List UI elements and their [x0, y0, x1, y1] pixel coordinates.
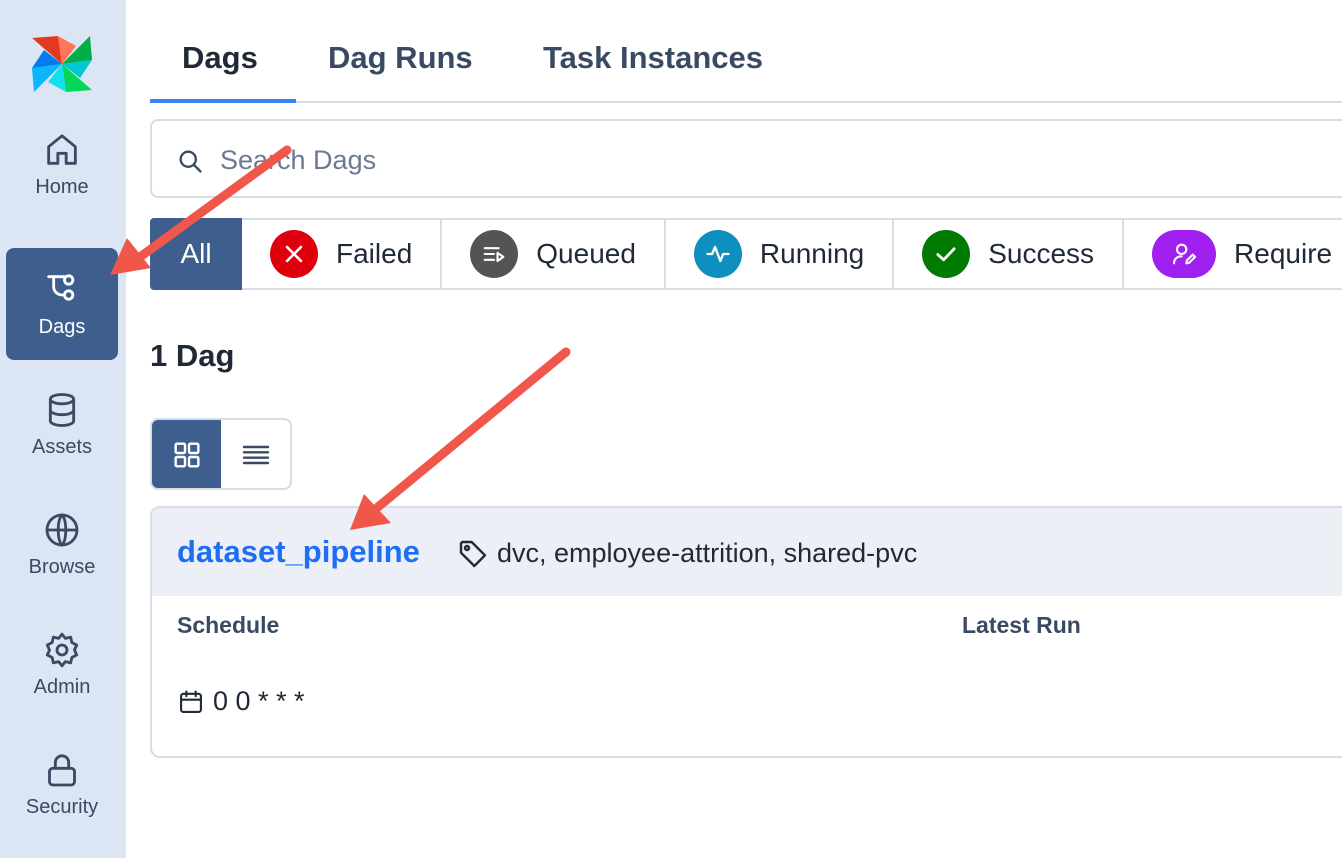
cron-expression: 0 0 * * * [213, 686, 305, 716]
sidebar-item-security[interactable]: Security [6, 728, 118, 840]
dag-name-link[interactable]: dataset_pipeline [177, 534, 420, 570]
search-icon [179, 150, 202, 173]
home-icon [47, 133, 77, 165]
sidebar-item-home[interactable]: Home [6, 108, 118, 220]
filter-label: Queued [536, 238, 636, 269]
grid-icon [173, 442, 200, 468]
success-icon [922, 230, 971, 278]
airflow-logo-icon[interactable] [28, 30, 96, 98]
search-box [150, 119, 1342, 198]
lock-icon [48, 753, 76, 786]
gear-icon [45, 632, 79, 667]
calendar-icon [180, 689, 202, 713]
filter-label: Require [1234, 238, 1333, 269]
failed-icon [270, 230, 318, 278]
sidebar-item-label: Home [35, 175, 89, 198]
filter-requires-action-button[interactable]: Require [1124, 218, 1342, 290]
tab-label: Task Instances [543, 40, 763, 75]
latest-run-header: Latest Run [962, 612, 1081, 638]
state-filter-bar: All Failed Queued Running Success Requir… [150, 218, 1342, 290]
dag-card: dataset_pipeline dvc, employee-attrition… [150, 506, 1342, 758]
sidebar-item-admin[interactable]: Admin [6, 608, 118, 720]
sidebar: Home Dags Assets Browse Admin Security [0, 0, 126, 858]
sidebar-item-dags[interactable]: Dags [6, 248, 118, 360]
annotation-arrow-icon [350, 347, 571, 530]
tab-bar: Dags Dag Runs Task Instances [150, 40, 1342, 103]
dag-tags: dvc, employee-attrition, shared-pvc [497, 538, 918, 568]
tab-dags[interactable]: Dags [182, 40, 258, 101]
dags-icon [47, 273, 75, 301]
filter-label: Failed [336, 238, 413, 269]
schedule-value: 0 0 * * * [177, 686, 305, 717]
user-edit-icon [1152, 230, 1217, 278]
tab-label: Dag Runs [328, 40, 473, 75]
view-toggle [150, 418, 292, 490]
database-icon [48, 392, 76, 427]
sidebar-item-label: Security [25, 795, 99, 818]
search-input[interactable] [220, 139, 1120, 181]
filter-success-button[interactable]: Success [894, 218, 1125, 290]
filter-label: All [180, 238, 212, 269]
filter-failed-button[interactable]: Failed [242, 218, 443, 290]
sidebar-item-label: Admin [33, 675, 91, 698]
table-view-button[interactable] [221, 420, 290, 488]
sidebar-item-assets[interactable]: Assets [6, 368, 118, 480]
dag-count: 1 Dag [150, 338, 235, 373]
filter-all-button[interactable]: All [150, 218, 242, 290]
filter-queued-button[interactable]: Queued [442, 218, 666, 290]
active-tab-indicator [150, 99, 296, 103]
dag-card-header: dataset_pipeline dvc, employee-attrition… [152, 508, 1342, 596]
tab-label: Dags [182, 40, 258, 75]
filter-running-button[interactable]: Running [665, 218, 895, 290]
sidebar-item-label: Assets [31, 435, 93, 458]
queued-icon [470, 230, 519, 278]
tag-icon [459, 540, 487, 568]
filter-label: Success [988, 238, 1095, 269]
filter-label: Running [759, 238, 865, 269]
running-icon [693, 230, 742, 278]
sidebar-item-browse[interactable]: Browse [6, 488, 118, 600]
schedule-header: Schedule [177, 612, 280, 638]
globe-icon [45, 512, 79, 547]
tab-task-instances[interactable]: Task Instances [543, 40, 763, 101]
sidebar-item-label: Dags [38, 315, 86, 338]
card-view-button[interactable] [152, 420, 221, 488]
sidebar-item-label: Browse [28, 555, 96, 578]
tab-dag-runs[interactable]: Dag Runs [328, 40, 473, 101]
list-icon [242, 445, 269, 465]
